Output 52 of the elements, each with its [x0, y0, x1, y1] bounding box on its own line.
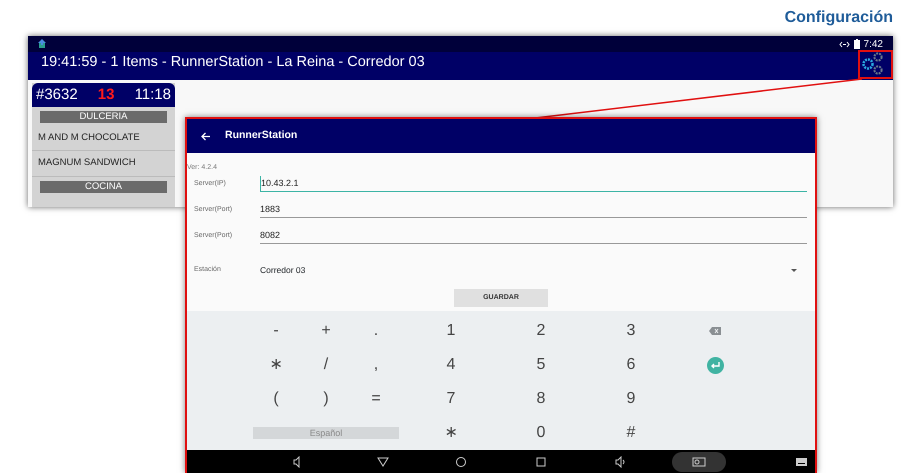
keyboard-key[interactable]: -: [273, 321, 279, 341]
keyboard-key[interactable]: ,: [374, 355, 378, 375]
volume-up-icon[interactable]: [615, 456, 627, 468]
camera-icon: [692, 456, 706, 466]
backspace-icon[interactable]: [709, 327, 721, 335]
keyboard-key[interactable]: 6: [626, 355, 636, 375]
keyboard-key[interactable]: 1: [446, 321, 456, 341]
highlight-frame: [858, 50, 893, 79]
keyboard-key[interactable]: #: [626, 423, 636, 443]
keyboard-icon[interactable]: [796, 458, 807, 466]
order-count: 13: [98, 84, 114, 105]
order-item: M AND M CHOCOLATE: [32, 126, 175, 152]
keyboard-key[interactable]: /: [324, 355, 328, 375]
keyboard-key[interactable]: +: [321, 321, 331, 341]
keyboard-key[interactable]: 8: [536, 389, 546, 409]
page-title: Configuración: [784, 8, 893, 28]
order-time: 11:18: [134, 84, 171, 105]
back-arrow-icon[interactable]: [201, 132, 211, 140]
keyboard-key[interactable]: =: [371, 389, 381, 409]
station-dropdown[interactable]: Corredor 03: [260, 264, 807, 276]
keyboard-key[interactable]: 2: [536, 321, 546, 341]
keyboard-key[interactable]: .: [374, 321, 378, 341]
window-title: 19:41:59 - 1 Items - RunnerStation - La Reina - Corredor 03: [41, 53, 425, 72]
settings-icon[interactable]: [861, 52, 885, 76]
network-arrows-icon: [838, 40, 850, 48]
keyboard-key[interactable]: (: [273, 389, 279, 409]
keyboard-key[interactable]: 9: [626, 389, 636, 409]
status-time: 7:42: [864, 38, 883, 52]
keyboard-key[interactable]: ): [323, 389, 329, 409]
order-number: #3632: [36, 84, 78, 105]
section-header: COCINA: [40, 180, 167, 192]
keyboard-key[interactable]: 3: [626, 321, 636, 341]
caret-icon: [791, 268, 797, 272]
input-field[interactable]: 8082: [260, 228, 807, 244]
input-field[interactable]: 10.43.2.1: [260, 176, 807, 192]
home-icon[interactable]: [455, 456, 467, 468]
app-title: RunnerStation: [225, 128, 298, 144]
recents-icon[interactable]: [535, 456, 547, 468]
order-item: MAGNUM SANDWICH: [32, 151, 175, 176]
keyboard-key[interactable]: 4: [446, 355, 456, 375]
enter-icon[interactable]: [706, 356, 724, 374]
keyboard-key[interactable]: ∗: [270, 355, 282, 375]
input-field[interactable]: 1883: [260, 202, 807, 218]
battery-icon: [854, 39, 860, 49]
app-notification-icon: [38, 39, 47, 49]
keyboard-key[interactable]: 7: [446, 389, 456, 409]
back-icon[interactable]: [377, 456, 389, 468]
section-header: DULCERIA: [40, 111, 167, 123]
screenshot-button[interactable]: [672, 452, 726, 472]
keyboard-key[interactable]: ∗: [444, 423, 458, 443]
keyboard-key[interactable]: 0: [536, 423, 546, 443]
keyboard-key[interactable]: 5: [536, 355, 546, 375]
